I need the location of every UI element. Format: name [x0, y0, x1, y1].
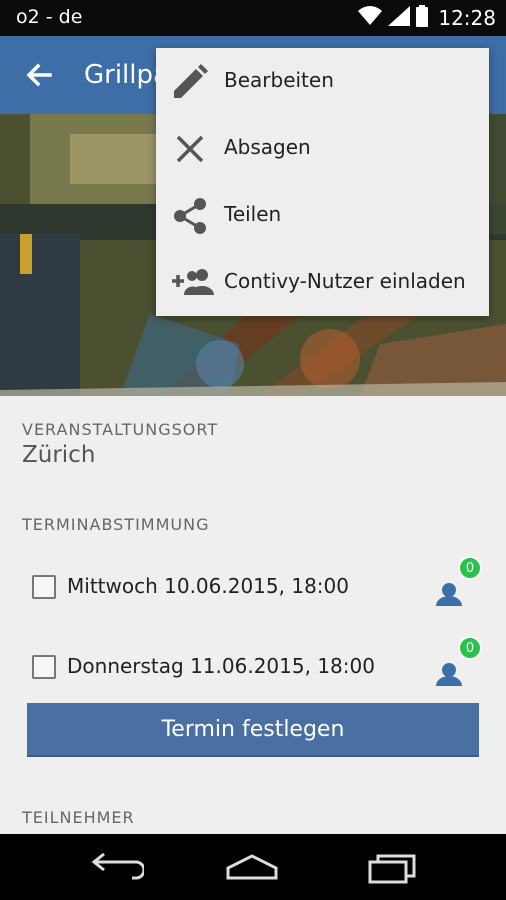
back-arrow-icon[interactable] — [24, 60, 54, 90]
status-icons: 12:28 — [358, 4, 496, 32]
participants-section-label: TEILNEHMER — [22, 808, 135, 827]
clock: 12:28 — [438, 6, 496, 30]
vote-count[interactable]: 0 — [434, 636, 482, 692]
menu-item-invite[interactable]: Contivy-Nutzer einladen — [156, 249, 489, 316]
set-date-button[interactable]: Termin festlegen — [27, 703, 479, 757]
signal-icon — [388, 6, 411, 30]
status-bar: o2 - de 12:28 — [0, 0, 506, 36]
person-icon — [434, 663, 464, 696]
menu-item-share[interactable]: Teilen — [156, 182, 489, 249]
poll-option-checkbox[interactable] — [32, 655, 56, 679]
home-nav-icon[interactable] — [222, 848, 282, 888]
poll-option-label: Mittwoch 10.06.2015, 18:00 — [67, 574, 349, 598]
vote-count[interactable]: 0 — [434, 556, 482, 612]
menu-item-edit[interactable]: Bearbeiten — [156, 48, 489, 115]
back-nav-icon[interactable] — [84, 848, 146, 888]
pencil-icon — [170, 62, 210, 102]
menu-item-label: Absagen — [224, 135, 311, 159]
poll-section-label: TERMINABSTIMMUNG — [22, 515, 210, 534]
menu-item-label: Bearbeiten — [224, 68, 334, 92]
menu-item-cancel[interactable]: Absagen — [156, 115, 489, 182]
person-icon — [434, 583, 464, 616]
close-icon — [170, 129, 210, 169]
menu-item-label: Teilen — [224, 202, 282, 226]
location-section-label: VERANSTALTUNGSORT — [22, 420, 219, 439]
poll-option[interactable]: Mittwoch 10.06.2015, 18:00 0 — [30, 556, 490, 612]
system-nav-bar — [0, 834, 506, 900]
overflow-menu: Bearbeiten Absagen Teilen Contivy-Nutzer… — [156, 48, 489, 316]
vote-count-badge: 0 — [458, 556, 482, 580]
poll-option-label: Donnerstag 11.06.2015, 18:00 — [67, 654, 375, 678]
poll-option[interactable]: Donnerstag 11.06.2015, 18:00 0 — [30, 636, 490, 692]
add-people-icon — [170, 263, 214, 303]
menu-item-label: Contivy-Nutzer einladen — [224, 269, 466, 293]
carrier-name: o2 - de — [16, 6, 83, 28]
wifi-icon — [358, 6, 383, 30]
share-icon — [170, 196, 210, 236]
poll-option-checkbox[interactable] — [32, 575, 56, 599]
vote-count-badge: 0 — [458, 636, 482, 660]
recents-nav-icon[interactable] — [362, 848, 422, 888]
location-value: Zürich — [22, 442, 96, 468]
battery-icon — [416, 5, 429, 31]
